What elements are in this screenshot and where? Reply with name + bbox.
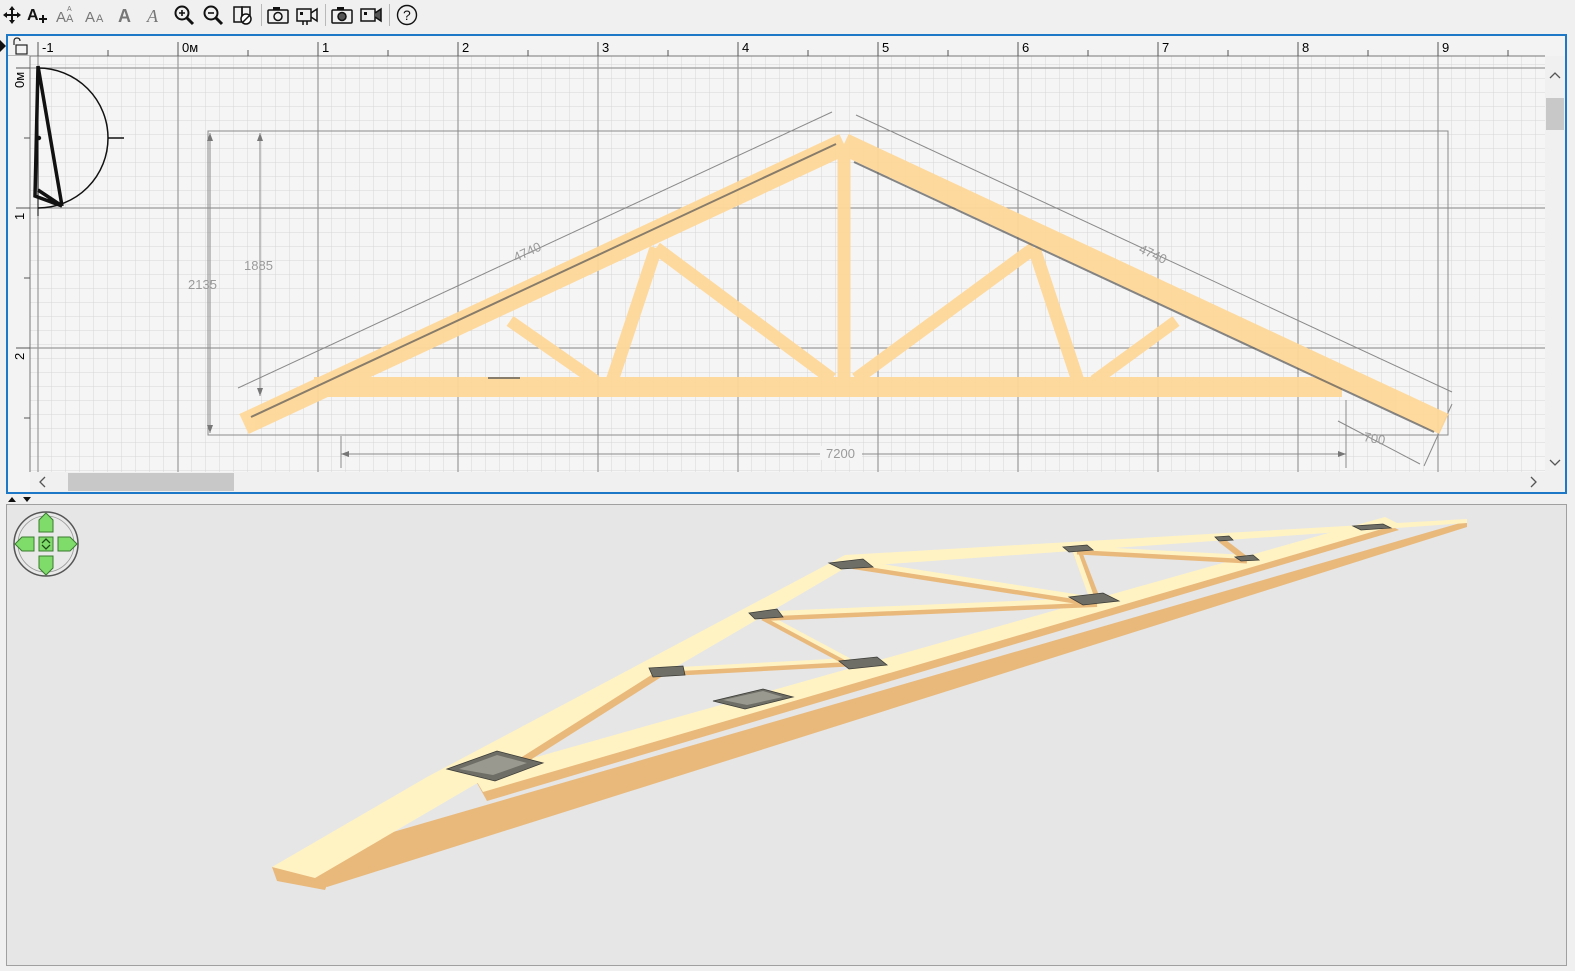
zoom-in-icon[interactable] <box>172 3 196 27</box>
svg-text:A: A <box>146 6 159 26</box>
ruler-label: 1 <box>322 40 329 55</box>
svg-text:A: A <box>96 13 104 25</box>
vertical-scroll-thumb[interactable] <box>1546 98 1564 130</box>
add-text-icon[interactable]: A <box>24 3 48 27</box>
panel-splitter[interactable] <box>0 494 1575 504</box>
nav-zoom-icon[interactable] <box>38 536 54 552</box>
text-italic-icon[interactable]: A <box>141 3 165 27</box>
truss-3d-model[interactable] <box>272 517 1467 890</box>
lock-icon[interactable] <box>11 37 29 55</box>
video-camera-icon[interactable] <box>295 3 319 27</box>
ruler-label: 0м <box>12 72 27 88</box>
panel-edge-arrow-icon <box>0 40 6 52</box>
ruler-label: -1 <box>42 40 54 55</box>
text-size-down-icon[interactable]: AA <box>84 3 108 27</box>
svg-text:A: A <box>85 9 95 26</box>
ruler-label: 8 <box>1302 40 1309 55</box>
ruler-label: 5 <box>882 40 889 55</box>
navigation-control[interactable] <box>13 511 79 577</box>
ruler-label: 4 <box>742 40 749 55</box>
horizontal-scrollbar[interactable] <box>30 472 1565 492</box>
dimension-total-height: 2135 <box>188 277 217 292</box>
dimension-inner-height: 1885 <box>244 258 273 273</box>
ruler-label: 9 <box>1442 40 1449 55</box>
camera-icon[interactable] <box>266 3 290 27</box>
ruler-label: 0м <box>182 40 198 55</box>
ruler-label: 2 <box>12 353 27 360</box>
ruler-label: 6 <box>1022 40 1029 55</box>
ruler-label: 3 <box>602 40 609 55</box>
plan-canvas[interactable]: -1 0м 1 2 3 4 5 6 7 8 9 0м 1 2 2135 1885… <box>8 36 1565 492</box>
video-camera-3d-icon[interactable] <box>359 3 383 27</box>
zoom-out-icon[interactable] <box>201 3 225 27</box>
svg-text:A: A <box>27 7 39 24</box>
splitter-up-icon[interactable] <box>8 497 16 502</box>
splitter-down-icon[interactable] <box>23 497 31 502</box>
svg-text:A: A <box>67 6 72 13</box>
svg-text:A: A <box>56 9 66 26</box>
plan-view-panel[interactable]: -1 0м 1 2 3 4 5 6 7 8 9 0м 1 2 2135 1885… <box>6 34 1567 494</box>
text-size-up-icon[interactable]: AAA <box>55 3 79 27</box>
svg-text:A: A <box>118 6 131 26</box>
camera-3d-icon[interactable] <box>330 3 354 27</box>
dimension-span: 7200 <box>826 446 855 461</box>
toolbar: A AAA AA A A ? <box>0 0 1575 31</box>
help-icon[interactable]: ? <box>395 3 419 27</box>
text-bold-icon[interactable]: A <box>113 3 137 27</box>
ruler-label: 2 <box>462 40 469 55</box>
3d-view-panel[interactable] <box>6 504 1567 966</box>
ruler-label: 1 <box>12 213 27 220</box>
ruler-label: 7 <box>1162 40 1169 55</box>
move-tool-icon[interactable] <box>0 3 24 27</box>
vertical-scrollbar[interactable] <box>1545 56 1565 472</box>
svg-text:?: ? <box>403 7 411 23</box>
svg-text:A: A <box>66 13 74 25</box>
layers-toggle-icon[interactable] <box>231 3 255 27</box>
horizontal-scroll-thumb[interactable] <box>68 473 234 491</box>
